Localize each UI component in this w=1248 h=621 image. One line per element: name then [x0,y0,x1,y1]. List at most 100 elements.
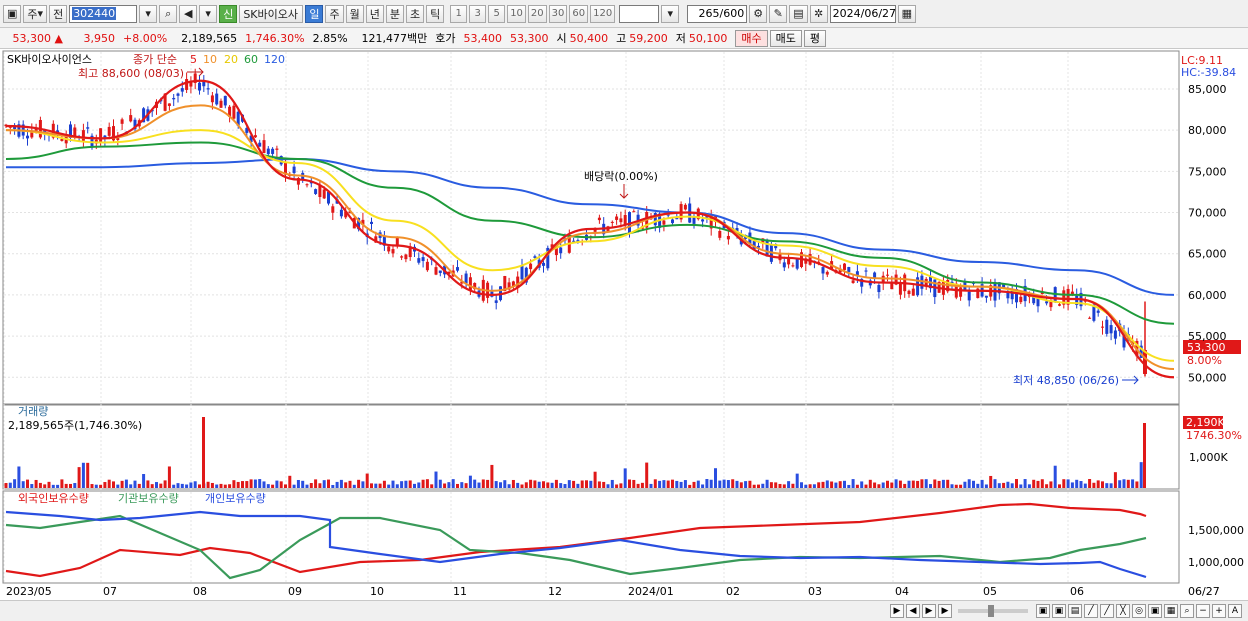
candle-body [206,88,210,90]
volume-bar [662,480,666,488]
volume-bar [709,479,713,488]
draw-icon[interactable]: ✎ [769,4,788,23]
candle-body [886,274,889,276]
plus-icon[interactable]: + [1212,604,1226,618]
volume-bar [632,479,636,488]
x-tick-label: 2024/01 [628,585,674,598]
volume-bar [619,483,623,488]
tool-icon-6[interactable]: ╳ [1116,604,1130,618]
tool-icon-8[interactable]: ▣ [1148,604,1162,618]
tab-1[interactable]: 주 [325,4,344,23]
zoom-handle[interactable] [988,605,994,617]
tool-icon-5[interactable]: ╱ [1100,604,1114,618]
candle-body [877,285,881,293]
volume-bar [959,484,963,488]
date-input[interactable]: 2024/06/27 [829,4,896,23]
tab-5[interactable]: 초 [405,4,425,23]
interval-1[interactable]: 1 [450,4,468,23]
tool-icon-4[interactable]: ╱ [1084,604,1098,618]
tab-3[interactable]: 년 [365,4,384,23]
volume-bar [219,483,223,488]
volume-bar [580,480,584,488]
tab-6[interactable]: 틱 [426,4,445,23]
last-icon[interactable]: ▶ [938,604,952,618]
volume-bar [60,479,64,488]
tool-icon-7[interactable]: ◎ [1132,604,1146,618]
tool-icon-2[interactable]: ▣ [1052,604,1066,618]
volume-bar [69,483,72,488]
search-icon[interactable]: ⌕ [159,4,178,23]
volume-bar [726,480,730,488]
interval-5[interactable]: 5 [488,4,506,23]
volume-bar [1066,479,1070,488]
candle-body [1006,292,1010,299]
extra-input[interactable] [619,4,660,23]
dropdown-icon[interactable]: ▾ [139,4,158,23]
volume-bar [309,483,313,488]
candle-body [253,135,257,138]
volume-bar [327,479,330,488]
sell-button[interactable]: 매도 [769,29,802,47]
first-icon[interactable]: ◀ [906,604,920,618]
zoom-slider[interactable] [958,605,1028,617]
y-tick-label: 50,000 [1188,371,1227,384]
save-icon[interactable]: ▤ [789,4,808,23]
code-input[interactable]: 302440 [69,4,138,23]
calendar-icon[interactable]: ▦ [897,4,917,23]
volume-bar [241,481,244,488]
zoom-icon[interactable]: ⌕ [1180,604,1194,618]
volume-bar [232,480,236,488]
play-icon[interactable]: ▶ [922,604,936,618]
dropdown-icon-2[interactable]: ▾ [199,4,218,23]
interval-3[interactable]: 3 [469,4,487,23]
volume-bar [99,484,103,488]
volume-bar [73,483,77,488]
interval-10[interactable]: 10 [507,4,526,23]
volume-bar [1040,479,1044,488]
dropdown-icon-3[interactable]: ▾ [661,4,680,23]
volume-bar [894,479,898,488]
speaker-icon[interactable]: ◀ [179,4,198,23]
prefix-button[interactable]: 전 [49,4,68,23]
volume-bar [1131,479,1135,488]
window-icon[interactable]: ▣ [3,4,22,23]
volume-bar [155,482,158,488]
eval-button[interactable]: 평 [803,29,827,47]
tab-4[interactable]: 분 [385,4,404,23]
volume-bar [701,484,705,488]
interval-60[interactable]: 60 [569,4,589,23]
count-input[interactable]: 265/600 [687,4,748,23]
ma10-label: 10 [203,53,217,66]
volume-bar [249,479,253,488]
scroll-right-icon[interactable]: ▶ [890,604,904,618]
interval-120[interactable]: 120 [590,4,616,23]
tool-icon-1[interactable]: ▣ [1036,604,1050,618]
font-icon[interactable]: A [1228,604,1242,618]
tool-icon-3[interactable]: ▤ [1068,604,1082,618]
volume-bar [378,483,382,488]
tool-icon-9[interactable]: ▦ [1164,604,1178,618]
volume-bar [81,462,85,488]
volume-bar [886,480,889,488]
volume-bar [1015,479,1018,488]
volume-bar [305,484,309,488]
tab-0[interactable]: 일 [305,4,324,23]
volume-bar [967,479,971,488]
volume-bar [279,481,283,488]
indicator-icon[interactable]: ⚙ [749,4,768,23]
tab-2[interactable]: 월 [345,4,364,23]
stock-chart[interactable]: SK바이오사이언스 종가 단순 5 10 20 60 120 최고 88,600… [0,50,1248,601]
candle-body [890,283,894,290]
volume-bar [374,483,378,488]
volume-bar [1088,479,1092,488]
buy-button[interactable]: 매수 [735,29,768,47]
x-tick-label: 11 [453,585,467,598]
volume-bar [258,479,262,488]
minus-icon[interactable]: − [1196,604,1210,618]
volume-bar [189,482,193,488]
interval-20[interactable]: 20 [527,4,547,23]
volume-bar [430,484,434,488]
interval-30[interactable]: 30 [548,4,568,23]
settings-icon[interactable]: ✲ [809,4,828,23]
period-select[interactable]: 주 ▾ [23,4,48,23]
